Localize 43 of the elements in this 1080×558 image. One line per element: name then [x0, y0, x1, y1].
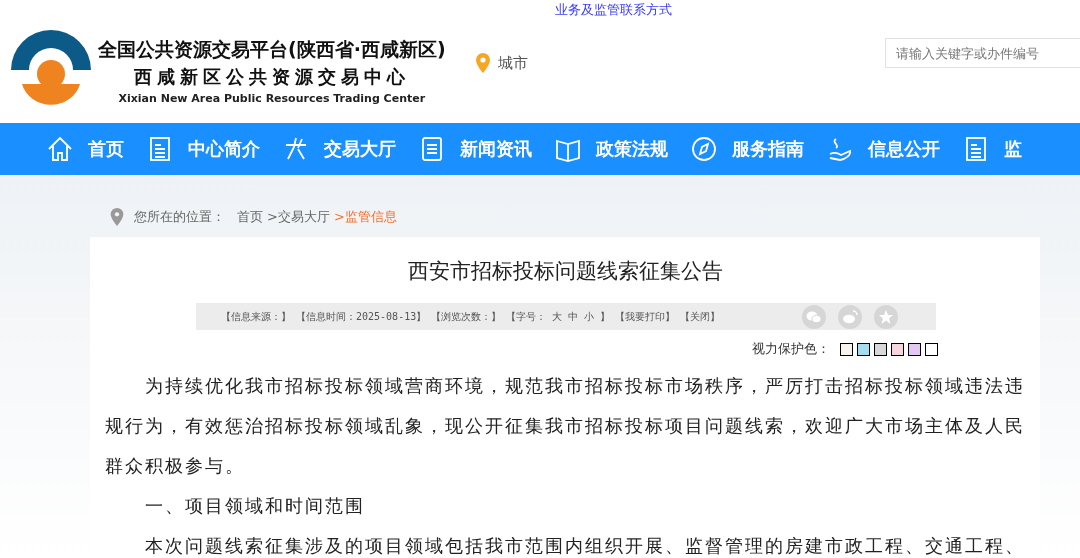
site-title: 全国公共资源交易平台(陕西省·西咸新区) [98, 37, 446, 62]
site-english-name: Xixian New Area Public Resources Trading Center [118, 92, 426, 105]
nav-link[interactable]: 首页 [88, 137, 124, 161]
info-link[interactable]: 【我要打印】 [615, 309, 676, 324]
search-field[interactable]: 请输入关键字或办件编号 [885, 38, 1080, 68]
color-swatch[interactable] [857, 342, 870, 356]
compass-icon[interactable] [690, 135, 718, 163]
nav-link[interactable]: 新闻资讯 [460, 137, 532, 161]
star-share-icon[interactable] [874, 304, 898, 329]
location-pin-icon [110, 208, 124, 226]
nav-link[interactable]: 服务指南 [732, 137, 804, 161]
article-title: 西安市招标投标问题线索征集公告 [406, 258, 724, 283]
home-icon[interactable] [46, 135, 74, 163]
color-swatch[interactable] [874, 342, 887, 356]
article-paragraph: 本次问题线索征集涉及的项目领域包括我市范围内组织开展、监督管理的房建市政工程、交通工程、 [144, 534, 1026, 558]
location-pin-icon [475, 53, 490, 73]
nav-link[interactable]: 政策法规 [596, 137, 668, 161]
nav-link[interactable]: 交易大厅 [324, 137, 396, 161]
eye-protection-label: 视力保护色： [752, 340, 830, 358]
article-paragraph: 一、项目领域和时间范围 [144, 494, 366, 518]
contact-link[interactable]: 业务及监管联系方式 [554, 0, 672, 20]
nav-link[interactable]: 信息公开 [868, 137, 940, 161]
color-swatch[interactable] [908, 342, 921, 356]
nav-link[interactable]: 中心简介 [188, 137, 260, 161]
font-size-bracket: 】 [600, 309, 611, 324]
font-size-label: 【字号： [506, 309, 547, 324]
city-selector[interactable]: 城市 [497, 53, 528, 73]
breadcrumb-link[interactable]: 首页 [237, 208, 263, 226]
font-size-option[interactable]: 大 [552, 309, 563, 324]
font-size-option[interactable]: 小 [584, 309, 595, 324]
info-text: 【信息时间：2025-08-13】 [296, 309, 427, 324]
info-text: 【浏览次数：】 [431, 309, 502, 324]
info-link[interactable]: 【关闭】 [680, 309, 721, 324]
color-swatch[interactable] [891, 342, 904, 356]
color-swatch[interactable] [925, 342, 938, 356]
nav-link[interactable]: 监 [1004, 137, 1022, 161]
breadcrumb-label: 您所在的位置： [134, 208, 225, 226]
breadcrumb-link[interactable]: >交易大厅 [267, 208, 330, 226]
article-paragraph: 为持续优化我市招标投标领域营商环境，规范我市招标投标市场秩序，严厉打击招标投标领域违法违规行为，有效惩治招标投标领域乱象，现公开征集我市招标投标项目问题线索，欢迎广大市场主体及人民群众积极参与。 [105, 374, 1026, 478]
site-subtitle: 西咸新区公共资源交易中心 [133, 65, 410, 89]
color-swatch[interactable] [840, 342, 853, 356]
font-size-option[interactable]: 中 [568, 309, 579, 324]
info-text: 【信息来源：】 [221, 309, 291, 324]
